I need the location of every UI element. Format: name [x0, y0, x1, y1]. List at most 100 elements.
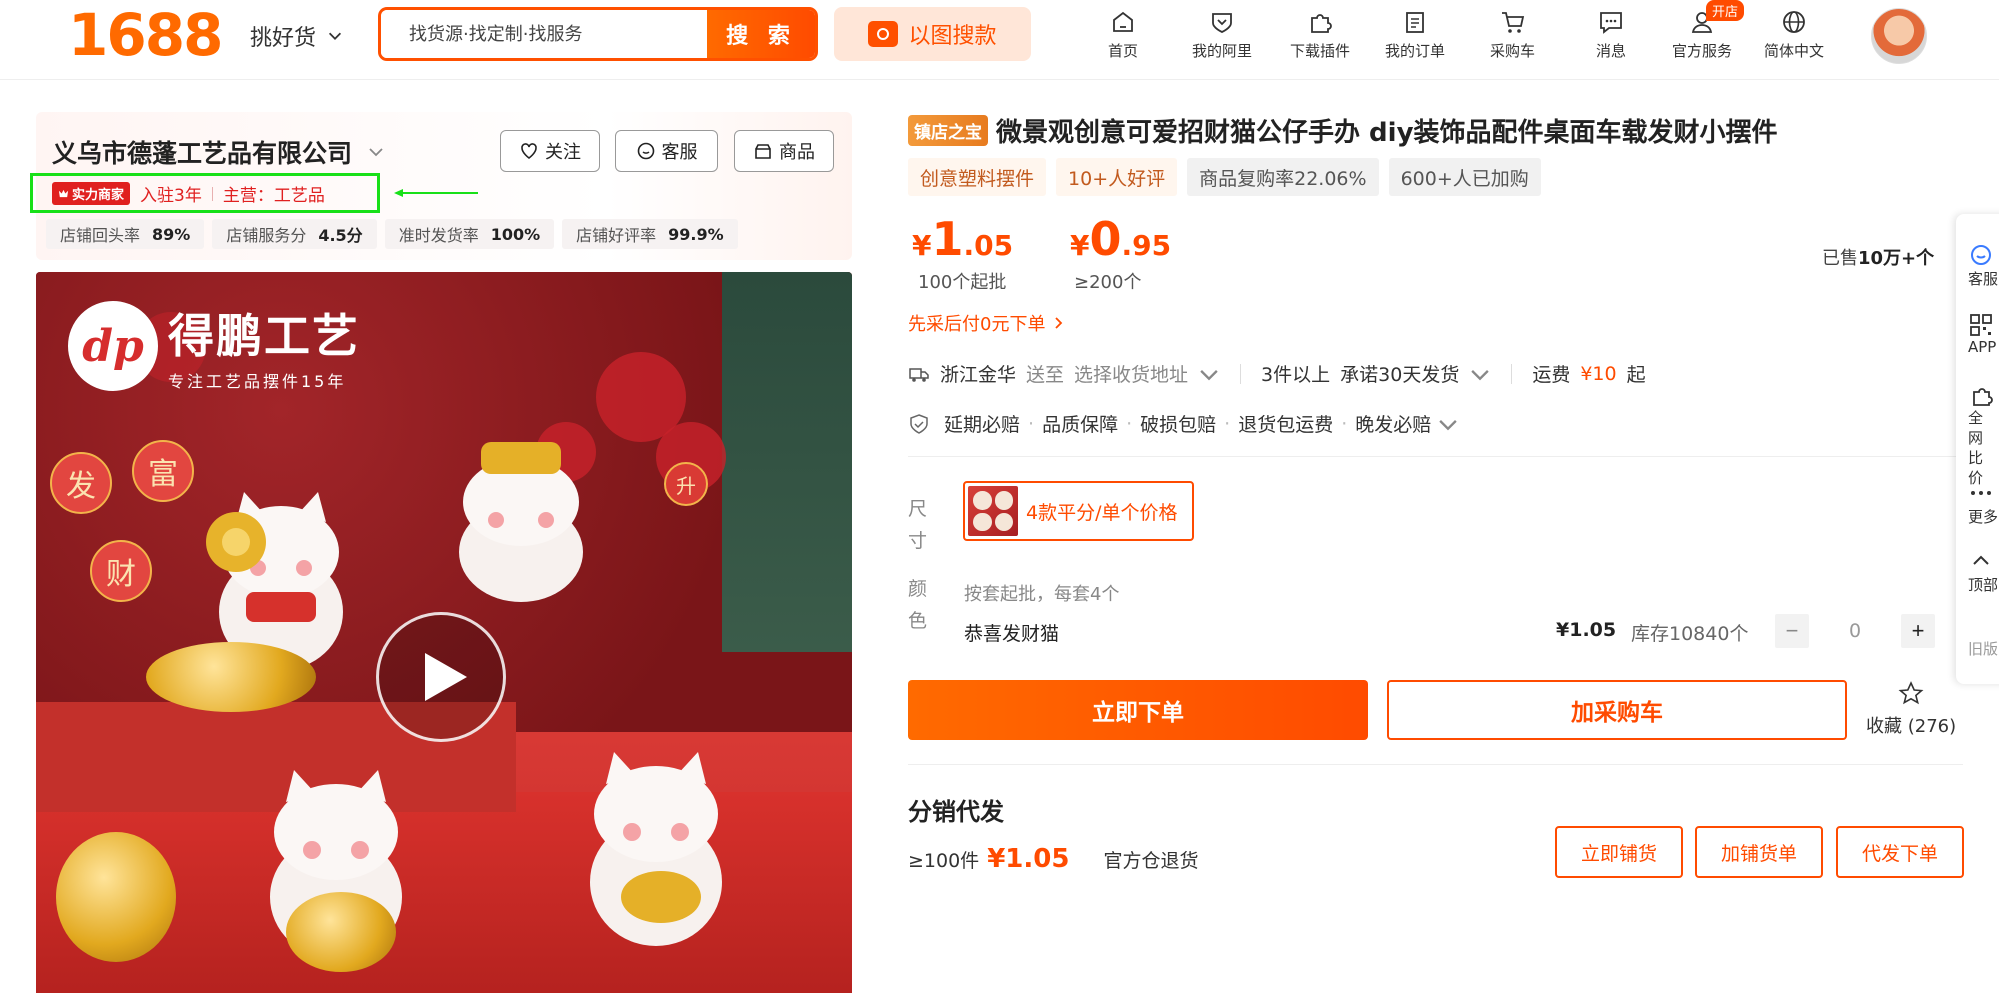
- play-video-button[interactable]: [376, 612, 506, 742]
- address-selector[interactable]: 选择收货地址: [1074, 360, 1188, 387]
- search-button[interactable]: 搜 索: [707, 10, 815, 58]
- add-to-cart-button[interactable]: 加采购车: [1387, 680, 1847, 740]
- search-input[interactable]: [381, 10, 707, 58]
- globe-icon: [1783, 11, 1805, 33]
- chevron-down-icon[interactable]: [1198, 363, 1220, 385]
- float-label: 全网比价: [1968, 409, 1984, 487]
- ship-promise[interactable]: 承诺30天发货: [1340, 360, 1459, 387]
- gold-ingot: [56, 832, 176, 962]
- nav-cart[interactable]: 采购车: [1490, 8, 1535, 61]
- nav-cart-label: 采购车: [1490, 42, 1536, 60]
- color-option-name: 恭喜发财猫: [964, 623, 1060, 645]
- float-compare[interactable]: 全网比价: [1968, 382, 1994, 488]
- sold-count: 已售10万+个: [1822, 248, 1935, 269]
- image-search-button[interactable]: 以图搜款: [834, 7, 1031, 61]
- pay-later-link[interactable]: 先采后付0元下单: [908, 310, 1065, 336]
- float-label: 顶部: [1968, 576, 1999, 594]
- distribution-title: 分销代发: [908, 798, 1004, 826]
- chat-smile-icon: [637, 142, 654, 160]
- follow-button[interactable]: 关注: [500, 130, 600, 172]
- crown-icon: [58, 189, 69, 198]
- shop-years: 入驻3年: [140, 186, 202, 206]
- avatar[interactable]: [1871, 8, 1927, 64]
- shop-name[interactable]: 义乌市德蓬工艺品有限公司: [52, 134, 386, 170]
- float-customer-service[interactable]: 客服: [1968, 242, 1998, 289]
- brand-name: 得鹏工艺: [168, 309, 360, 363]
- brand-logo: dp 得鹏工艺 专注工艺品摆件15年: [68, 300, 360, 392]
- image-backdrop-panel: [722, 272, 852, 652]
- shop-badges: 实力商家 入驻3年 主营：工艺品: [52, 181, 325, 206]
- nav-my-orders[interactable]: 我的订单: [1385, 8, 1445, 61]
- product-tags: 创意塑料摆件 10+人好评 商品复购率22.06% 600+人已加购: [908, 158, 1541, 196]
- service-icon: [1971, 245, 1991, 265]
- color-option-price: ¥1.05: [1556, 619, 1617, 641]
- price-tier-1-label: 100个起批: [918, 272, 1007, 293]
- stock-count: 库存10840个: [1631, 623, 1749, 645]
- more-icon: [1971, 491, 1991, 495]
- distribution-min: ≥100件: [908, 850, 980, 872]
- guarantee-row[interactable]: 延期必赔 · 品质保障 · 破损包赔 · 退货包运费 · 晚发必赔: [908, 410, 1467, 437]
- nav-language-label: 简体中文: [1764, 42, 1825, 60]
- size-option-label: 4款平分/单个价格: [1026, 501, 1178, 524]
- open-shop-badge[interactable]: 开店: [1706, 0, 1745, 21]
- quantity-increase-button[interactable]: +: [1901, 614, 1935, 648]
- nav-messages-label: 消息: [1596, 42, 1627, 60]
- truck-icon: [909, 367, 929, 382]
- nav-messages[interactable]: 消息: [1596, 8, 1626, 61]
- stat-positive-rate: 店铺好评率 99.9%: [562, 219, 738, 249]
- float-app[interactable]: APP: [1968, 312, 1996, 356]
- distribution-return: 官方仓退货: [1103, 850, 1199, 872]
- product-title: 微景观创意可爱招财猫公仔手办 diy装饰品配件桌面车载发财小摆件: [996, 118, 1778, 148]
- chevron-down-icon[interactable]: [1469, 363, 1491, 385]
- price-tier-2-label: ≥200个: [1074, 272, 1142, 293]
- lantern: 财: [90, 540, 152, 602]
- pick-goods-dropdown[interactable]: 挑好货: [250, 20, 344, 52]
- product-tag: 商品复购率22.06%: [1187, 158, 1379, 196]
- quantity-input[interactable]: [1830, 614, 1880, 648]
- price-tier-1: ¥1.05: [912, 212, 1014, 266]
- favorite-label: 收藏 (276): [1866, 716, 1957, 737]
- stat-service-score: 店铺服务分 4.5分: [212, 219, 377, 249]
- quantity-decrease-button[interactable]: −: [1775, 614, 1809, 648]
- float-label: 客服: [1968, 270, 1999, 288]
- favorite-button[interactable]: 收藏 (276): [1866, 680, 1956, 738]
- image-search-label: 以图搜款: [908, 24, 997, 49]
- product-main-image[interactable]: 发 富 财 升 dp 得鹏工艺 专注工艺品摆件15年: [36, 272, 852, 993]
- float-back-to-top[interactable]: 顶部: [1968, 548, 1998, 595]
- green-arrow-annotation: [394, 189, 478, 197]
- stat-ontime-delivery: 准时发货率 100%: [384, 219, 555, 249]
- top-header: 1688 挑好货 搜 索 以图搜款 首页 我的阿里 下载插件 我的订单 采购车 …: [0, 0, 1999, 80]
- nav-my-ali[interactable]: 我的阿里: [1192, 8, 1252, 61]
- product-tag[interactable]: 创意塑料摆件: [908, 158, 1047, 196]
- customer-service-button[interactable]: 客服: [615, 130, 718, 172]
- distribution-price: ¥1.05: [987, 844, 1070, 874]
- float-more[interactable]: 更多: [1968, 480, 1998, 527]
- site-logo[interactable]: 1688: [68, 2, 223, 68]
- buy-now-button[interactable]: 立即下单: [908, 680, 1368, 740]
- lantern: 发: [50, 452, 112, 514]
- product-tag[interactable]: 10+人好评: [1056, 158, 1178, 196]
- brand-tagline: 专注工艺品摆件15年: [168, 372, 347, 391]
- nav-home[interactable]: 首页: [1108, 8, 1138, 61]
- shop-goods-button[interactable]: 商品: [734, 130, 834, 172]
- nav-download-plugin[interactable]: 下载插件: [1290, 8, 1350, 61]
- guarantee-item: 品质保障: [1042, 414, 1119, 436]
- float-old-version[interactable]: 旧版: [1968, 638, 1998, 659]
- size-option-selected[interactable]: 4款平分/单个价格: [963, 481, 1194, 541]
- ship-fee: ¥10: [1580, 362, 1617, 385]
- ship-origin: 浙江金华: [940, 364, 1017, 386]
- size-thumbnail: [968, 486, 1018, 536]
- compare-icon: [1973, 388, 1993, 406]
- lantern: 富: [132, 440, 194, 502]
- shop-goods-label: 商品: [779, 142, 815, 163]
- dropship-order-button[interactable]: 代发下单: [1836, 826, 1964, 878]
- ship-qty-rule: 3件以上: [1261, 364, 1331, 386]
- floating-toolbar: 客服 APP 全网比价 更多 顶部 旧版: [1956, 214, 1999, 684]
- shop-main-business: 主营：工艺品: [222, 186, 325, 206]
- add-listing-button[interactable]: 加铺货单: [1695, 826, 1823, 878]
- nav-language[interactable]: 简体中文: [1764, 8, 1824, 61]
- float-label: APP: [1968, 338, 1997, 356]
- brand-mark: dp: [68, 301, 158, 391]
- stat-repurchase: 店铺回头率 89%: [46, 219, 205, 249]
- list-now-button[interactable]: 立即铺货: [1555, 826, 1683, 878]
